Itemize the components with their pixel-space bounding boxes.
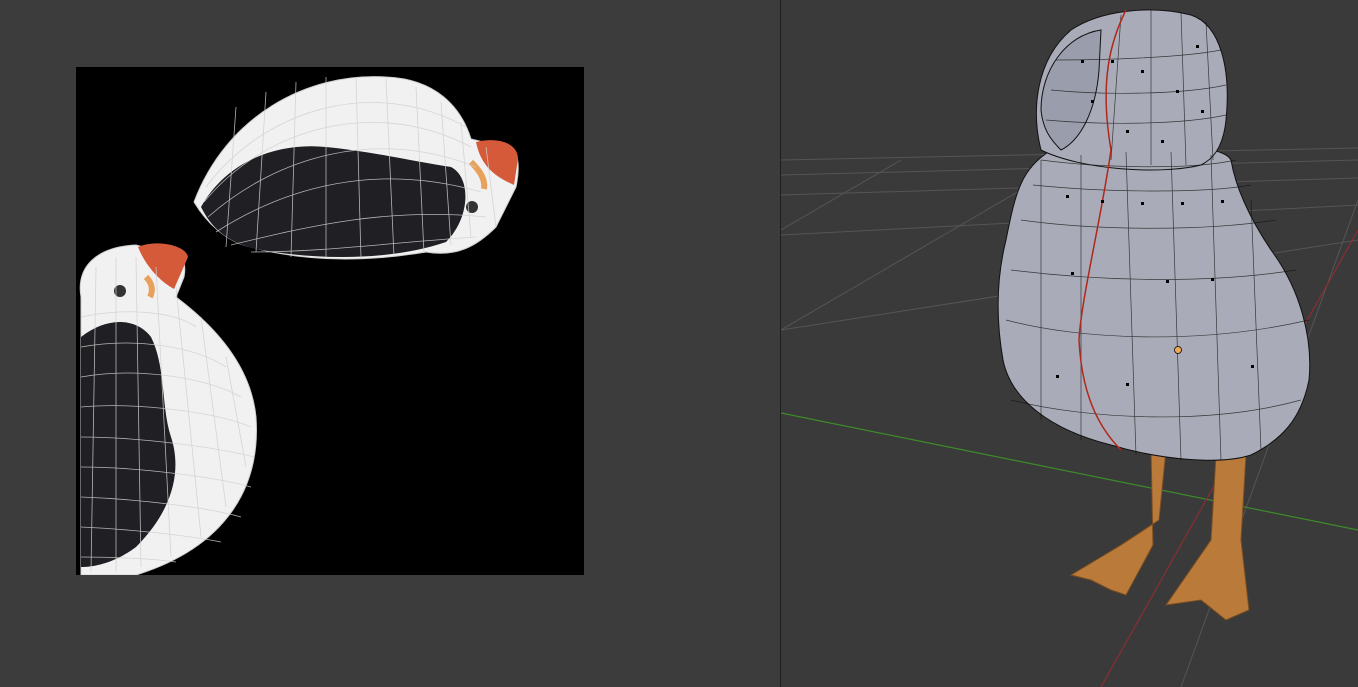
puffin-island-horizontal[interactable] (193, 76, 519, 260)
puffin-body-mesh[interactable] (997, 9, 1311, 461)
puffin-island-vertical[interactable] (79, 243, 257, 575)
uv-editor-pane[interactable] (0, 0, 780, 687)
object-origin[interactable] (1174, 346, 1182, 354)
uv-layout[interactable] (76, 67, 584, 575)
3d-viewport-canvas[interactable] (781, 0, 1358, 687)
puffin-feet[interactable] (1069, 449, 1250, 621)
uv-image-canvas[interactable] (76, 67, 584, 575)
3d-viewport-pane[interactable] (781, 0, 1358, 687)
